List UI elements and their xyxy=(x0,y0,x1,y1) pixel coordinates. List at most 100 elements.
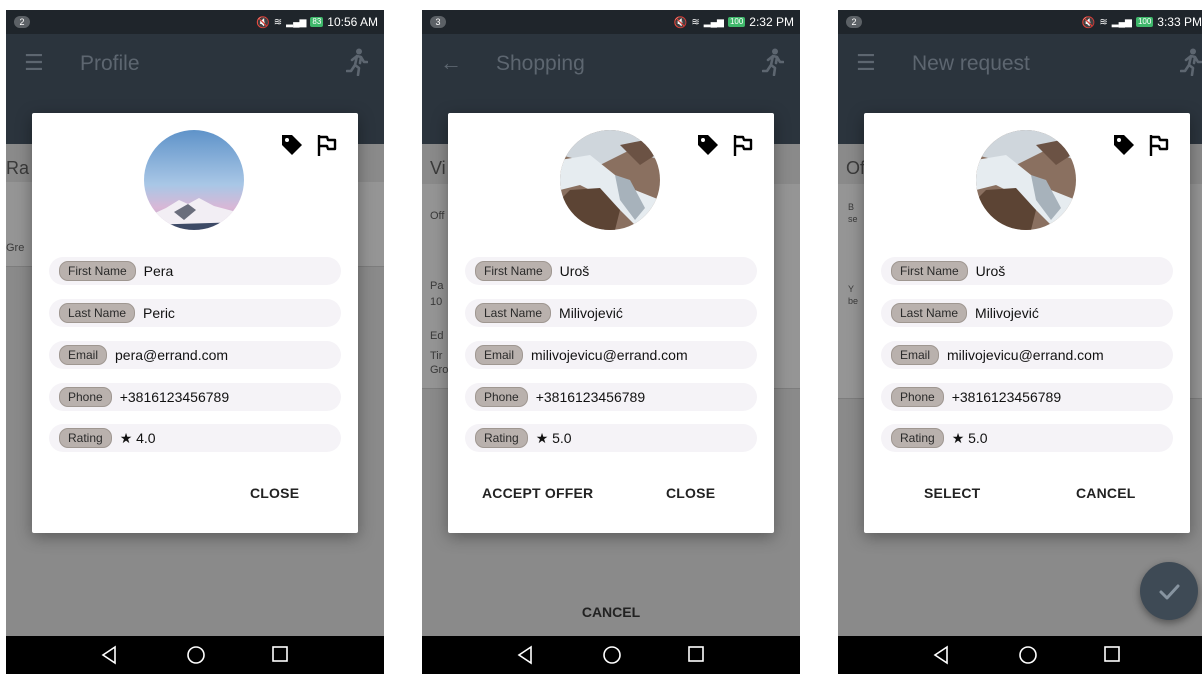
last-name-field: Last Name Milivojević xyxy=(465,299,757,327)
field-label-chip: Rating xyxy=(475,428,528,448)
field-label-chip: First Name xyxy=(475,261,552,281)
tag-icon[interactable] xyxy=(696,133,720,162)
nav-home-icon[interactable] xyxy=(602,645,622,670)
notification-count-badge: 2 xyxy=(846,16,862,28)
close-button[interactable]: CLOSE xyxy=(666,485,715,501)
background-text: Ed xyxy=(430,330,444,342)
wifi-icon: ≋ xyxy=(273,16,283,28)
nav-home-icon[interactable] xyxy=(1018,645,1038,670)
menu-icon[interactable]: ☰ xyxy=(24,50,44,76)
field-label-chip: Last Name xyxy=(475,303,552,323)
background-heading: Of xyxy=(846,158,866,178)
field-label-chip: Last Name xyxy=(891,303,968,323)
background-text: Off xyxy=(430,210,445,222)
flag-icon[interactable] xyxy=(1148,133,1170,162)
system-navbar xyxy=(6,636,384,674)
confirm-fab[interactable] xyxy=(1140,562,1198,620)
status-bar: 2 🔇 ≋ ▂▄▆ 83 10:56 AM xyxy=(6,10,384,34)
field-label-chip: Phone xyxy=(891,387,944,407)
tag-icon[interactable] xyxy=(1112,133,1136,162)
avatar xyxy=(560,130,660,230)
status-time: 2:32 PM xyxy=(749,15,794,29)
first-name-field: First Name Uroš xyxy=(881,257,1173,285)
profile-dialog: First Name Pera Last Name Peric Email pera@… xyxy=(32,113,358,533)
avatar xyxy=(144,130,244,230)
select-button[interactable]: SELECT xyxy=(924,485,980,501)
screen-new-request: 2 🔇 ≋ ▂▄▆ 100 3:33 PM ☰ New request Of B… xyxy=(838,10,1202,674)
flag-icon[interactable] xyxy=(316,133,338,162)
check-icon xyxy=(1159,584,1180,600)
mute-icon: 🔇 xyxy=(256,16,270,29)
status-bar: 3 🔇 ≋ ▂▄▆ 100 2:32 PM xyxy=(422,10,800,34)
app-title: Shopping xyxy=(496,52,585,75)
last-name-field: Last Name Milivojević xyxy=(881,299,1173,327)
system-navbar xyxy=(422,636,800,674)
system-navbar xyxy=(838,636,1202,674)
accept-offer-button[interactable]: ACCEPT OFFER xyxy=(482,485,593,501)
status-time: 3:33 PM xyxy=(1157,15,1202,29)
battery-icon: 100 xyxy=(727,17,746,27)
mute-icon: 🔇 xyxy=(673,16,688,29)
field-value: Milivojević xyxy=(975,305,1039,321)
status-time: 10:56 AM xyxy=(327,15,378,29)
nav-recents-icon[interactable] xyxy=(687,645,705,668)
background-heading: Ra xyxy=(6,158,30,178)
field-value: milivojevicu@errand.com xyxy=(947,347,1104,363)
rating-field: Rating ★ 5.0 xyxy=(465,424,757,452)
field-label-chip: Phone xyxy=(59,387,112,407)
field-label-chip: Email xyxy=(891,345,940,365)
screen-shopping: 3 🔇 ≋ ▂▄▆ 100 2:32 PM ← Shopping Vi Off … xyxy=(422,10,800,674)
profile-dialog: First Name Uroš Last Name Milivojević Emai… xyxy=(864,113,1190,533)
background-text: Y xyxy=(848,284,855,294)
field-value: pera@errand.com xyxy=(115,347,229,363)
nav-recents-icon[interactable] xyxy=(271,645,289,668)
status-bar: 2 🔇 ≋ ▂▄▆ 100 3:33 PM xyxy=(838,10,1202,34)
app-title: Profile xyxy=(80,52,140,75)
field-label-chip: Email xyxy=(475,345,524,365)
nav-back-icon[interactable] xyxy=(932,645,950,670)
signal-icon: ▂▄▆ xyxy=(286,16,307,27)
field-label-chip: First Name xyxy=(59,261,136,281)
field-label-chip: Email xyxy=(59,345,108,365)
wifi-icon: ≋ xyxy=(1099,16,1108,28)
field-value: +3816123456789 xyxy=(951,389,1062,405)
app-title: New request xyxy=(912,52,1030,75)
tag-icon[interactable] xyxy=(280,133,304,162)
field-value: Pera xyxy=(143,263,174,279)
cancel-button[interactable]: CANCEL xyxy=(1076,485,1136,501)
field-value: +3816123456789 xyxy=(535,389,646,405)
background-text: B xyxy=(848,202,855,212)
field-label-chip: First Name xyxy=(891,261,968,281)
runner-icon[interactable] xyxy=(1179,48,1202,81)
field-value: Uroš xyxy=(975,263,1006,279)
rating-field: Rating ★ 5.0 xyxy=(881,424,1173,452)
phone-field: Phone +3816123456789 xyxy=(881,383,1173,411)
flag-icon[interactable] xyxy=(732,133,754,162)
email-field: Email milivojevicu@errand.com xyxy=(465,341,757,369)
avatar xyxy=(976,130,1076,230)
profile-dialog: First Name Uroš Last Name Milivojević Emai… xyxy=(448,113,774,533)
nav-home-icon[interactable] xyxy=(186,645,206,670)
rating-field: Rating ★ 4.0 xyxy=(49,424,341,452)
cancel-button[interactable]: CANCEL xyxy=(422,604,800,620)
runner-icon[interactable] xyxy=(345,48,369,81)
signal-icon: ▂▄▆ xyxy=(1111,16,1132,27)
first-name-field: First Name Uroš xyxy=(465,257,757,285)
background-text: Tir xyxy=(430,350,443,362)
field-value: ★ 4.0 xyxy=(119,429,156,446)
email-field: Email milivojevicu@errand.com xyxy=(881,341,1173,369)
arrow-back-icon[interactable]: ← xyxy=(440,50,462,76)
nav-recents-icon[interactable] xyxy=(1103,645,1121,668)
phone-field: Phone +3816123456789 xyxy=(49,383,341,411)
background-text: 10 xyxy=(430,296,443,308)
background-heading: Vi xyxy=(430,158,446,178)
menu-icon[interactable]: ☰ xyxy=(856,50,876,76)
nav-back-icon[interactable] xyxy=(100,645,118,670)
runner-icon[interactable] xyxy=(761,48,785,81)
nav-back-icon[interactable] xyxy=(516,645,534,670)
close-button[interactable]: CLOSE xyxy=(250,485,299,501)
phone-field: Phone +3816123456789 xyxy=(465,383,757,411)
background-text: be xyxy=(848,296,859,306)
field-value: milivojevicu@errand.com xyxy=(531,347,688,363)
field-label-chip: Phone xyxy=(475,387,528,407)
